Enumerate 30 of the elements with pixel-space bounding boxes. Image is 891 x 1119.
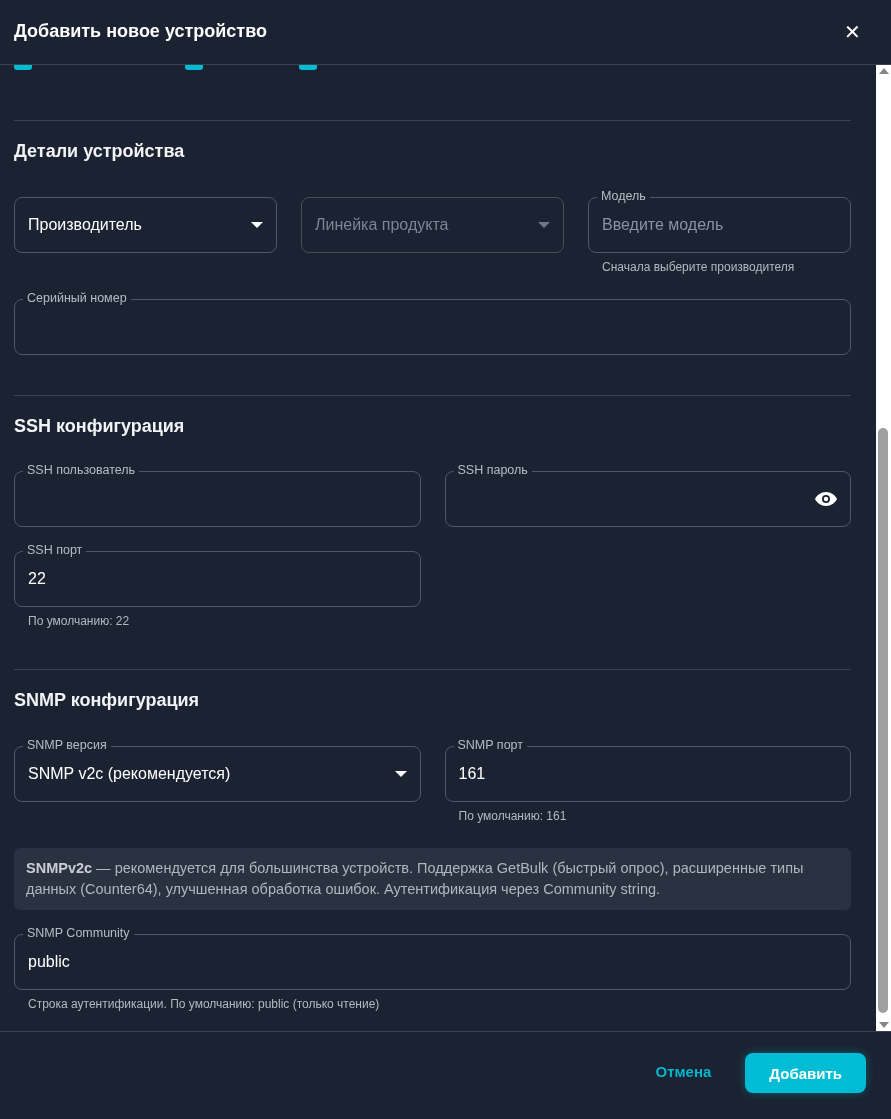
section-heading: SNMP конфигурация [14,690,201,712]
field-label: SSH пароль [453,462,532,479]
dialog-title: Добавить новое устройство [14,21,267,43]
field-placeholder: Введите модель [602,214,724,235]
section-heading: Детали устройства [14,141,186,163]
cancel-button[interactable]: Отмена [631,1051,736,1094]
section-heading: SSH конфигурация [14,415,186,438]
caret-icon [538,221,550,228]
helper-text: Строка аутентификации. По умолчанию: public (только чтение) [28,995,381,1012]
select-label: Линейка продукта [315,214,449,235]
caret-icon [394,770,407,777]
select-label: Производитель [28,214,142,235]
scrollbar[interactable] [876,65,891,1031]
caret-icon [251,221,263,228]
select-field[interactable]: Производитель [14,196,277,253]
helper-text: Сначала выберите производителя [602,258,796,275]
field-value: 22 [28,569,46,590]
field-label: Серийный номер [23,289,131,306]
field-value: SNMP v2c (рекомендуется) [28,763,231,784]
close-button[interactable]: ✕ [844,22,861,42]
checkbox[interactable] [14,65,32,70]
helper-text: По умолчанию: 22 [28,613,131,630]
field-label: SSH порт [23,542,87,559]
info-note: SNMPv2c — рекомендуется для большинства устройств. Поддержка GetBulk (быстрый опрос), расширенные типы данных (Counter64), улучшенная обработка ошибок. Аутентификация через Community string. [14,847,851,910]
checkbox[interactable] [185,65,203,70]
field-value: 161 [458,763,486,784]
helper-text: По умолчанию: 161 [458,807,568,824]
checkbox[interactable] [299,65,317,70]
field-value: public [28,951,70,972]
eye-icon[interactable] [815,492,837,507]
